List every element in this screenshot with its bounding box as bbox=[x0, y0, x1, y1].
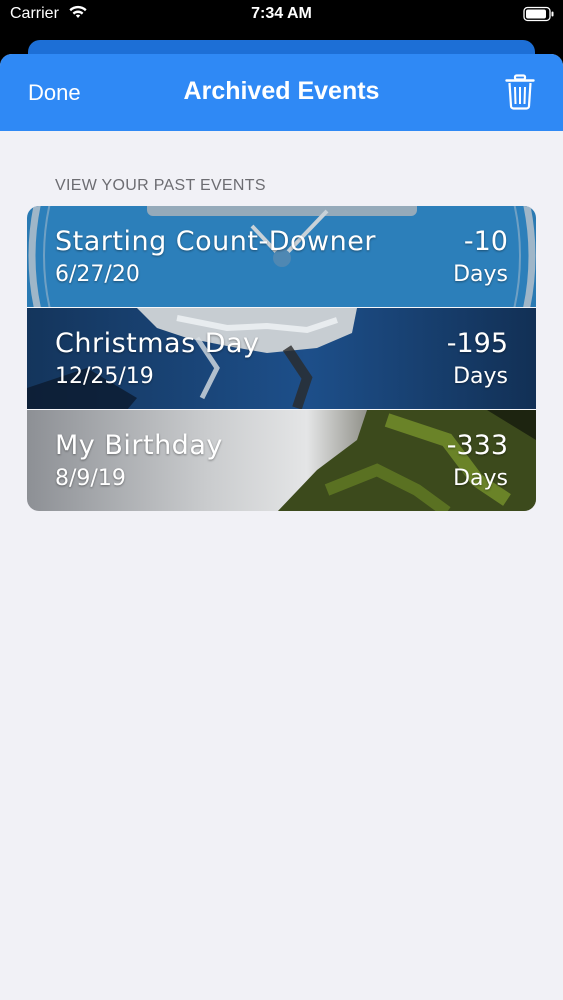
event-day-count: -195 bbox=[446, 328, 508, 359]
event-name: Starting Count-Downer bbox=[55, 226, 376, 257]
clock-face-image bbox=[27, 206, 536, 307]
event-row[interactable]: My Birthday 8/9/19 -333 Days bbox=[27, 410, 536, 511]
event-day-unit: Days bbox=[453, 364, 508, 389]
event-row[interactable]: Christmas Day 12/25/19 -195 Days bbox=[27, 308, 536, 410]
status-time: 7:34 AM bbox=[251, 5, 312, 22]
event-day-count: -10 bbox=[463, 226, 508, 257]
event-name: My Birthday bbox=[55, 430, 223, 461]
events-list: Starting Count-Downer 6/27/20 -10 Days C… bbox=[27, 206, 536, 511]
page-title: Archived Events bbox=[183, 77, 380, 105]
event-day-unit: Days bbox=[453, 466, 508, 491]
status-bar: Carrier 7:34 AM bbox=[0, 0, 563, 32]
event-date: 12/25/19 bbox=[55, 364, 154, 389]
event-name: Christmas Day bbox=[55, 328, 260, 359]
trash-icon[interactable] bbox=[505, 74, 535, 110]
event-date: 6/27/20 bbox=[55, 262, 140, 287]
battery-icon bbox=[523, 6, 555, 27]
section-header: VIEW YOUR PAST EVENTS bbox=[55, 177, 266, 194]
navigation-bar: Done Archived Events bbox=[0, 54, 563, 131]
archived-events-sheet: Done Archived Events VIEW YOUR PAST EVEN… bbox=[0, 54, 563, 1000]
snowy-branches-image bbox=[27, 308, 536, 409]
event-day-count: -333 bbox=[446, 430, 508, 461]
event-date: 8/9/19 bbox=[55, 466, 126, 491]
event-day-unit: Days bbox=[453, 262, 508, 287]
event-row[interactable]: Starting Count-Downer 6/27/20 -10 Days bbox=[27, 206, 536, 308]
